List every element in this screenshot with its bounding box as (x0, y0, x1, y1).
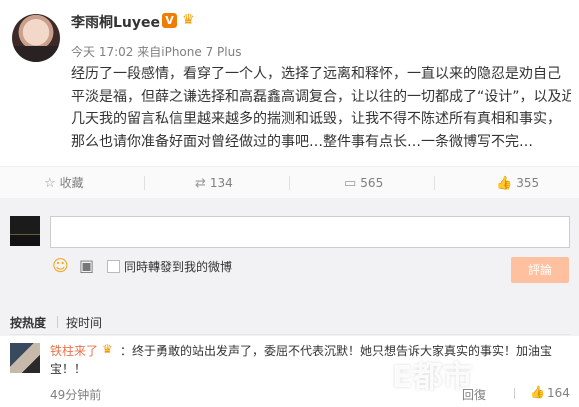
repost-count: 134 (209, 176, 233, 190)
like-icon: 👍 (496, 175, 513, 191)
comment-input[interactable] (50, 216, 570, 248)
like-button[interactable]: 👍 355 (496, 167, 539, 199)
like-count: 355 (516, 176, 540, 190)
star-icon: ☆ (44, 175, 56, 191)
comment-button[interactable]: ▭ 565 (344, 167, 383, 199)
post-meta: 今天 17:02 来自iPhone 7 Plus (71, 43, 241, 60)
post-body: 经历了一段感情，看穿了一个人，选择了远离和释怀，一直以来的隐忍是劝自己 平淡是福… (71, 63, 571, 153)
image-icon[interactable]: ▣ (79, 256, 94, 275)
source-prefix: 来自 (137, 45, 162, 59)
favorite-button[interactable]: ☆ 收藏 (44, 167, 84, 199)
member-badge-icon: ♛ (102, 342, 113, 356)
author-avatar[interactable] (12, 14, 60, 62)
action-bar: ☆ 收藏 ⇄ 134 ▭ 565 👍 355 (0, 166, 579, 198)
comment-like-icon[interactable]: 👍 (530, 385, 545, 399)
reply-button[interactable]: 回復 (462, 386, 486, 403)
comment-icon: ▭ (344, 175, 357, 191)
repost-icon: ⇄ (195, 175, 206, 191)
post-line: 几天我的留言私信里越来越多的揣测和诋毁，让我不得不陈述所有真相和事实， (71, 111, 561, 127)
repost-button[interactable]: ⇄ 134 (195, 167, 233, 199)
repost-checkbox[interactable] (107, 260, 120, 273)
sort-divider (57, 316, 58, 328)
comment-text: ：终于勇敢的站出发声了，委屈不代表沉默！她只想告诉大家真实的事实！加油宝宝！！ (50, 344, 553, 376)
author-name[interactable]: 李雨桐Luyee (71, 12, 160, 32)
watermark-logo: E都市 (392, 360, 473, 395)
member-crown-icon: ♛ (182, 12, 195, 28)
action-divider (514, 388, 515, 399)
repost-checkbox-label: 同時轉發到我的微博 (124, 260, 233, 274)
post-line: 经历了一段感情，看穿了一个人，选择了远离和释怀，一直以来的隐忍是劝自己 (71, 66, 561, 82)
comment-compose (0, 198, 579, 298)
post-line: 那么也请你准备好面对曾经做过的事吧…整件事有点长…一条微博写不完… (71, 133, 533, 150)
post-line: 平淡是福，但薛之谦选择和高磊鑫高调复合，让以往的一切都成了“设计”，以及近 (71, 88, 571, 105)
comment-username[interactable]: 铁柱来了 (50, 342, 98, 359)
comment-avatar[interactable] (10, 343, 40, 373)
emoji-icon[interactable]: ☺ (52, 256, 69, 275)
verified-badge-icon: V (162, 13, 177, 28)
divider (10, 334, 570, 335)
comment-time: 49分钟前 (50, 388, 102, 402)
sort-by-time[interactable]: 按时间 (66, 314, 102, 331)
sort-by-hot[interactable]: 按热度 (10, 314, 46, 331)
favorite-label: 收藏 (59, 176, 84, 190)
post-source[interactable]: iPhone 7 Plus (161, 45, 241, 59)
my-avatar[interactable] (10, 216, 40, 246)
comment-like-count: 164 (547, 386, 570, 400)
submit-comment-button[interactable]: 評論 (511, 257, 569, 283)
comment-count: 565 (360, 176, 384, 190)
post-time[interactable]: 今天 17:02 (71, 45, 133, 59)
